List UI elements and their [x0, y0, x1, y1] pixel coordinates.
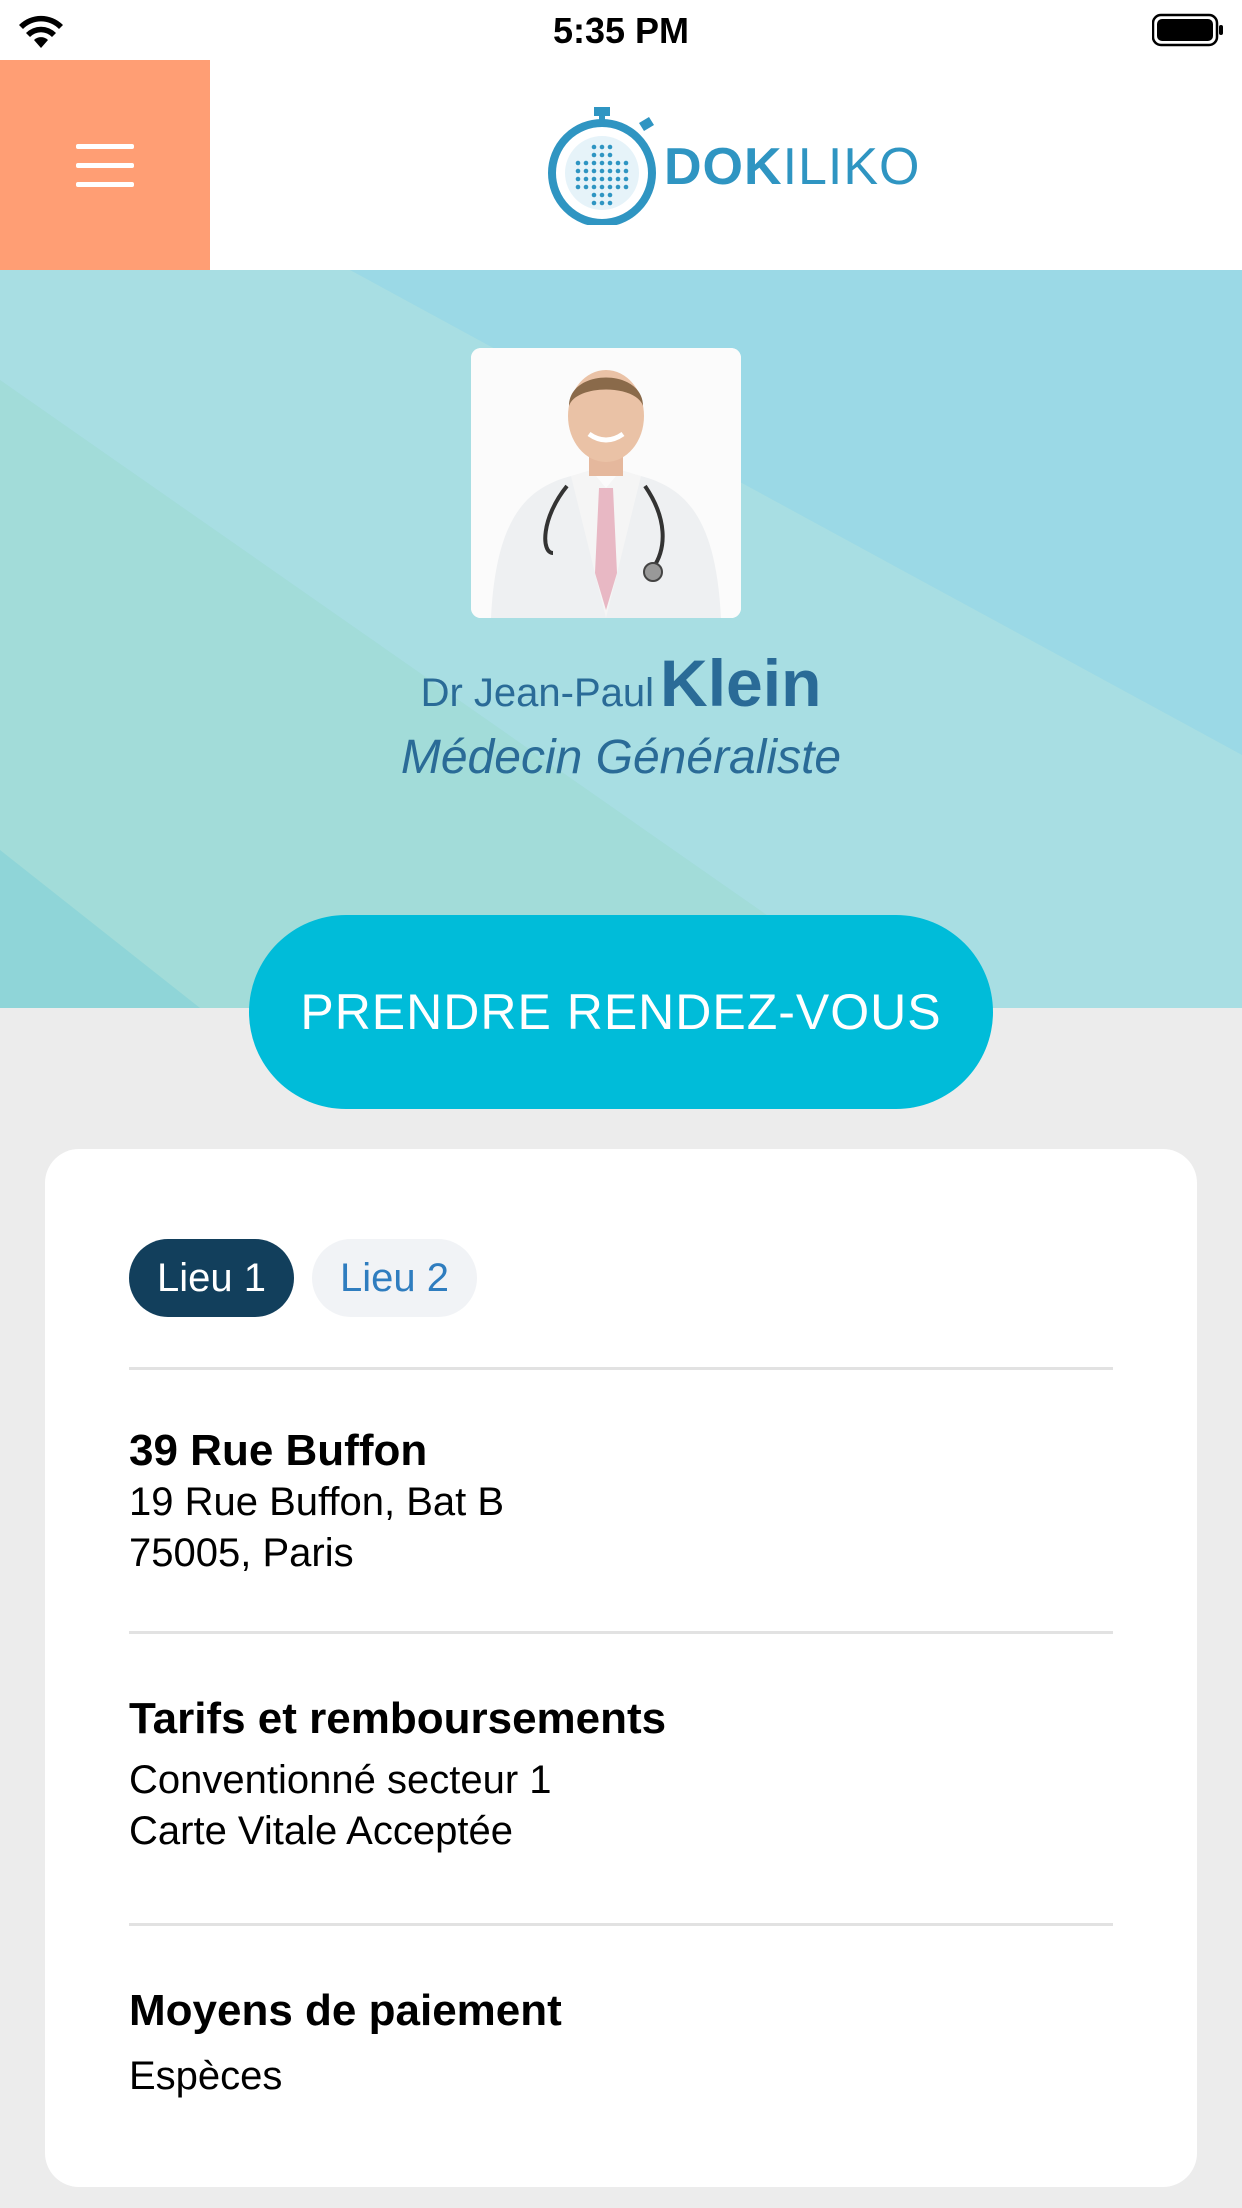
hamburger-icon	[76, 143, 134, 149]
location-title: 39 Rue Buffon	[129, 1426, 428, 1475]
doctor-last-name: Klein	[660, 646, 822, 720]
info-card: Lieu 1 Lieu 2 39 Rue Buffon 19 Rue Buffo…	[45, 1149, 1197, 2187]
dokiliko-logo: DOKILIKO	[546, 107, 920, 227]
payment-title: Moyens de paiement	[129, 1986, 562, 2035]
divider	[129, 1367, 1113, 1370]
payment-line1: Espèces	[129, 2054, 283, 2098]
status-time: 5:35 PM	[552, 10, 690, 51]
pricing-line2: Carte Vitale Acceptée	[129, 1809, 513, 1853]
location-tabs: Lieu 1 Lieu 2	[129, 1239, 477, 1317]
location-address-line1: 19 Rue Buffon, Bat B	[129, 1480, 505, 1524]
menu-button[interactable]	[0, 60, 210, 270]
doctor-specialty: Médecin Généraliste	[400, 731, 842, 784]
stopwatch-logo-icon	[548, 107, 656, 227]
doctor-photo	[471, 348, 741, 618]
location-section: 39 Rue Buffon 19 Rue Buffon, Bat B 75005…	[129, 1425, 1113, 1579]
doctor-hero: Dr Jean-PaulKlein Médecin Généraliste	[0, 270, 1242, 1008]
doctor-first-name: Dr Jean-Paul	[420, 671, 655, 715]
tab-lieu-2[interactable]: Lieu 2	[311, 1239, 477, 1317]
tab-lieu-1[interactable]: Lieu 1	[129, 1239, 294, 1317]
divider	[129, 1923, 1113, 1926]
battery-icon	[1152, 13, 1223, 47]
location-address-line2: 75005, Paris	[129, 1531, 354, 1575]
pricing-line1: Conventionné secteur 1	[129, 1758, 552, 1802]
pricing-section: Tarifs et remboursements Conventionné se…	[129, 1693, 1113, 1857]
logo-wordmark: DOKILIKO	[664, 138, 921, 196]
pricing-title: Tarifs et remboursements	[129, 1694, 667, 1743]
doctor-name: Dr Jean-PaulKlein	[0, 645, 1242, 721]
status-bar: 5:35 PM	[0, 0, 1242, 60]
divider	[129, 1631, 1113, 1634]
app-header: DOKILIKO	[0, 60, 1242, 270]
payment-section: Moyens de paiement Espèces	[129, 1985, 1113, 2102]
book-appointment-button[interactable]: PRENDRE RENDEZ-VOUS	[249, 915, 993, 1109]
